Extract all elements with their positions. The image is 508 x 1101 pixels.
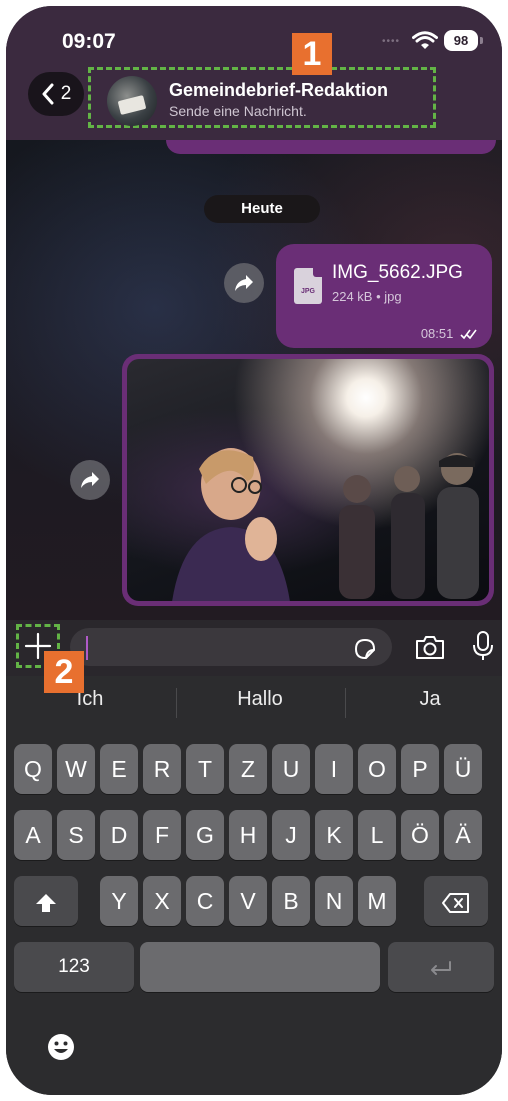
double-check-icon — [460, 329, 477, 340]
chat-name: Gemeindebrief-Redaktion — [169, 80, 389, 100]
suggestion-item[interactable]: Hallo — [176, 688, 344, 711]
jpg-file-icon: JPG — [294, 268, 322, 304]
backspace-icon — [442, 892, 469, 913]
key-d[interactable]: D — [100, 810, 138, 860]
key-ae[interactable]: Ä — [444, 810, 482, 860]
forward-button[interactable] — [224, 263, 264, 303]
key-h[interactable]: H — [229, 810, 267, 860]
key-g[interactable]: G — [186, 810, 224, 860]
key-j[interactable]: J — [272, 810, 310, 860]
space-key[interactable] — [140, 942, 380, 992]
photo-message-bubble[interactable] — [122, 354, 494, 606]
key-x[interactable]: X — [143, 876, 181, 926]
emoji-button[interactable] — [46, 1032, 76, 1067]
file-icon-label: JPG — [300, 288, 315, 295]
key-k[interactable]: K — [315, 810, 353, 860]
key-f[interactable]: F — [143, 810, 181, 860]
chat-header: 09:07 •••• 98 2 Gemeindebrief-Redaktion … — [6, 6, 502, 140]
unread-count: 2 — [60, 83, 72, 104]
annotation-badge-1: 1 — [292, 33, 332, 75]
key-z[interactable]: Z — [229, 744, 267, 794]
suggestion-item[interactable]: Ja — [346, 688, 502, 711]
file-name: IMG_5662.JPG — [332, 262, 463, 283]
phone-screen: 09:07 •••• 98 2 Gemeindebrief-Redaktion … — [6, 6, 502, 1095]
key-b[interactable]: B — [272, 876, 310, 926]
time-label: 08:51 — [420, 326, 454, 341]
key-a[interactable]: A — [14, 810, 52, 860]
return-key[interactable] — [388, 942, 494, 992]
microphone-icon[interactable] — [472, 630, 494, 662]
status-time: 09:07 — [62, 30, 116, 53]
wifi-icon — [412, 31, 438, 49]
shift-arrow-icon — [36, 893, 56, 912]
key-i[interactable]: I — [315, 744, 353, 794]
chat-subtitle: Sende eine Nachricht. — [169, 103, 307, 119]
message-time: 08:51 — [421, 326, 478, 341]
camera-icon[interactable] — [414, 633, 446, 661]
key-v[interactable]: V — [229, 876, 267, 926]
share-arrow-icon — [235, 275, 253, 291]
message-list[interactable]: Heute JPG IMG_5662.JPG 224 kB • jpg 08:5… — [6, 140, 502, 620]
message-input[interactable] — [70, 628, 392, 666]
battery-tip — [480, 37, 483, 44]
file-message-bubble[interactable]: JPG IMG_5662.JPG 224 kB • jpg 08:51 — [276, 244, 492, 348]
backspace-key[interactable] — [424, 876, 488, 926]
key-oe[interactable]: Ö — [401, 810, 439, 860]
suggestion-item[interactable]: Ich — [6, 688, 174, 711]
crowd-figures — [339, 453, 479, 599]
key-w[interactable]: W — [57, 744, 95, 794]
file-meta: 224 kB • jpg — [332, 289, 402, 304]
emoji-face-icon — [48, 1034, 74, 1060]
key-c[interactable]: C — [186, 876, 224, 926]
key-r[interactable]: R — [143, 744, 181, 794]
date-separator: Heute — [204, 195, 320, 223]
key-s[interactable]: S — [57, 810, 95, 860]
return-arrow-icon — [431, 960, 451, 975]
chevron-left-icon — [42, 83, 54, 105]
key-o[interactable]: O — [358, 744, 396, 794]
chat-title-area[interactable]: Gemeindebrief-Redaktion Sende eine Nachr… — [88, 67, 436, 128]
key-m[interactable]: M — [358, 876, 396, 926]
forward-button[interactable] — [70, 460, 110, 500]
group-avatar[interactable] — [107, 76, 157, 126]
key-l[interactable]: L — [358, 810, 396, 860]
share-arrow-icon — [81, 472, 99, 488]
shift-key[interactable] — [14, 876, 78, 926]
numbers-key[interactable]: 123 — [14, 942, 134, 992]
key-ue[interactable]: Ü — [444, 744, 482, 794]
annotation-badge-2: 2 — [44, 651, 84, 693]
battery-level: 98 — [444, 30, 478, 51]
key-q[interactable]: Q — [14, 744, 52, 794]
key-t[interactable]: T — [186, 744, 224, 794]
key-u[interactable]: U — [272, 744, 310, 794]
key-n[interactable]: N — [315, 876, 353, 926]
key-y[interactable]: Y — [100, 876, 138, 926]
text-cursor — [86, 636, 88, 660]
praying-person-figure — [172, 448, 290, 601]
sticker-icon[interactable] — [352, 636, 378, 662]
keyboard: Ich Hallo Ja Q W E R T Z U I O P Ü A S D… — [6, 676, 502, 1095]
key-e[interactable]: E — [100, 744, 138, 794]
concert-photo[interactable] — [127, 359, 489, 601]
previous-message-bubble[interactable] — [166, 140, 496, 154]
signal-dots-icon: •••• — [382, 36, 401, 47]
key-p[interactable]: P — [401, 744, 439, 794]
back-button[interactable]: 2 — [28, 72, 84, 116]
